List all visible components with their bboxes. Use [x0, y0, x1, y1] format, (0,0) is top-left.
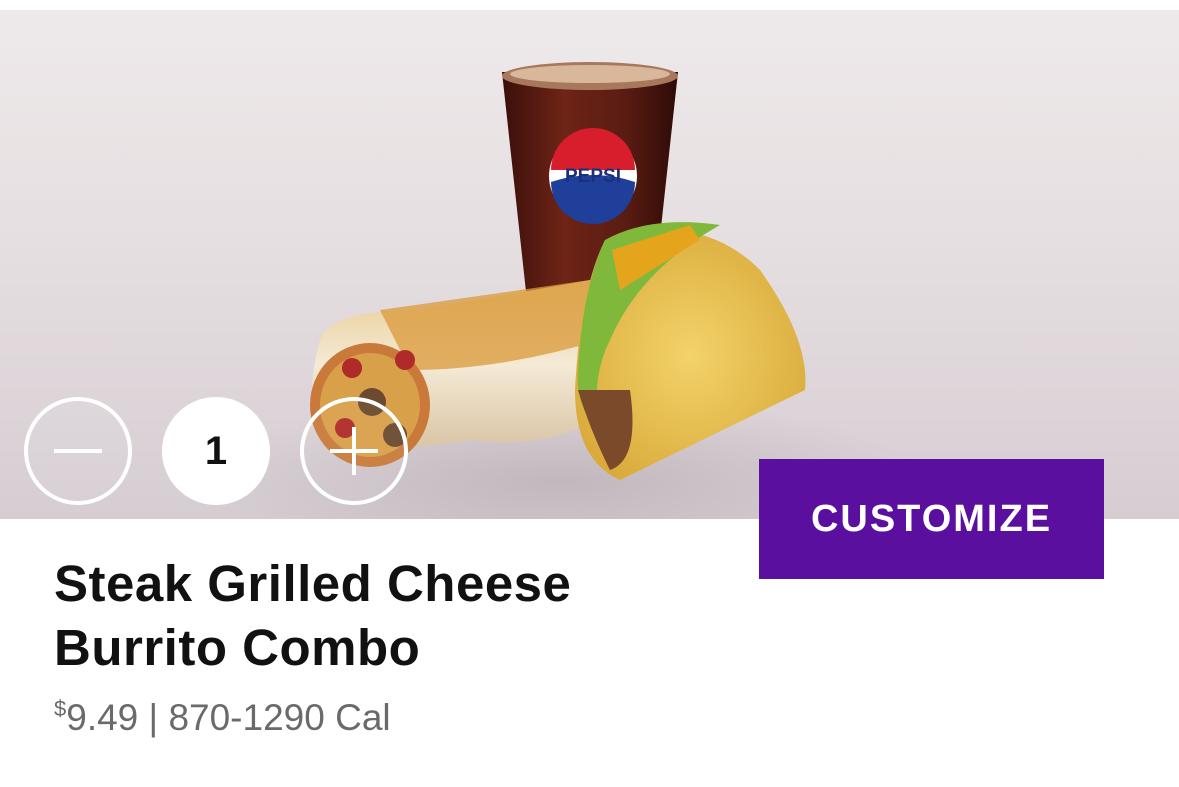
minus-icon	[54, 449, 102, 453]
taco-icon	[575, 222, 806, 480]
price: 9.49	[66, 697, 139, 738]
product-title-line2: Burrito Combo	[54, 619, 421, 676]
product-title-line1: Steak Grilled Cheese	[54, 555, 572, 612]
decrease-quantity-button[interactable]	[24, 397, 132, 505]
product-title: Steak Grilled Cheese Burrito Combo	[54, 552, 734, 680]
cup-label: PEPSI	[565, 166, 621, 187]
meta-separator: |	[148, 697, 159, 738]
currency-symbol: $	[54, 696, 67, 721]
product-image: PEPSI 1	[0, 10, 1179, 519]
quantity-value: 1	[162, 397, 270, 505]
price-calories: $9.49 | 870-1290 Cal	[54, 696, 391, 739]
calories: 870-1290 Cal	[168, 697, 391, 738]
product-detail-screen: PEPSI 1 CUSTOMIZE Steak Grilled Cheese B…	[0, 0, 1179, 787]
plus-icon	[330, 427, 378, 475]
customize-button[interactable]: CUSTOMIZE	[759, 459, 1104, 579]
increase-quantity-button[interactable]	[300, 397, 408, 505]
